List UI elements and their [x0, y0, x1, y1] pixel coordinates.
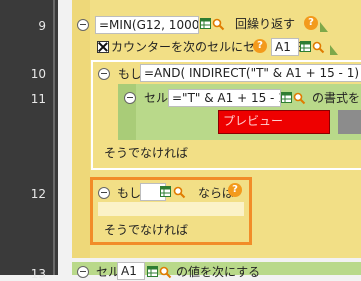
search-icon[interactable]: [159, 266, 172, 279]
search-icon[interactable]: [293, 92, 306, 105]
counter-checkbox[interactable]: [97, 41, 109, 53]
cell-keyword: セル: [144, 91, 169, 105]
table-icon[interactable]: [300, 41, 311, 52]
search-icon[interactable]: [312, 41, 325, 54]
collapse-toggle-icon[interactable]: [77, 266, 89, 278]
table-icon[interactable]: [147, 266, 158, 277]
selection-highlight: [90, 177, 252, 245]
if-keyword: もし: [118, 67, 143, 81]
repeat-block-bar: [72, 0, 90, 258]
cell-value-label: の値を次にする: [176, 265, 261, 279]
format-button[interactable]: [338, 110, 361, 134]
cell-format-label: の書式を: [312, 91, 361, 105]
if-condition-field[interactable]: =AND( INDIRECT("T" & A1 + 15 - 1) <: [140, 64, 361, 82]
help-icon[interactable]: ?: [304, 16, 318, 30]
collapse-toggle-icon[interactable]: [77, 19, 89, 31]
table-icon[interactable]: [200, 18, 211, 29]
counter-cell-field[interactable]: A1: [271, 38, 299, 56]
cell-address-field[interactable]: ="T" & A1 + 15 - 1: [168, 89, 281, 107]
line-number: 12: [30, 187, 46, 201]
table-icon[interactable]: [281, 92, 292, 103]
collapse-toggle-icon[interactable]: [98, 68, 110, 80]
help-icon[interactable]: ?: [253, 39, 267, 53]
line-number: 9: [38, 19, 46, 33]
line-number: 11: [30, 92, 46, 106]
repeat-label: 回繰り返す: [235, 17, 296, 31]
line-number-gutter: [0, 0, 58, 275]
line-number: 10: [30, 67, 46, 81]
search-icon[interactable]: [212, 18, 225, 31]
gutter-divider: [53, 0, 55, 275]
line-number: 13: [30, 267, 46, 281]
format-preview[interactable]: プレビュー: [218, 110, 330, 134]
collapse-toggle-icon[interactable]: [124, 92, 136, 104]
repeat-count-field[interactable]: =MIN(G12, 1000): [95, 16, 199, 34]
else-label: そうでなければ: [104, 146, 189, 160]
cell-address-field[interactable]: A1: [117, 262, 145, 280]
